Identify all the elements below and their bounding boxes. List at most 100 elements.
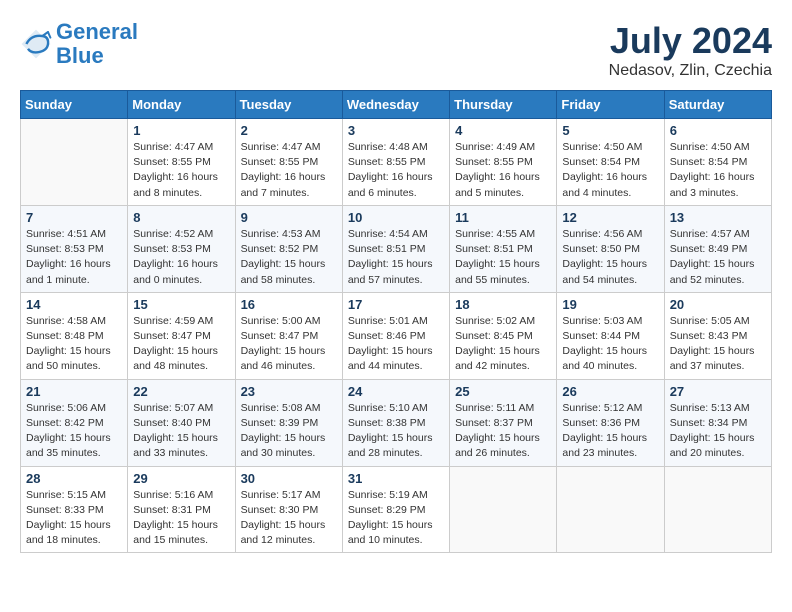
- calendar-day-cell: 29 Sunrise: 5:16 AM Sunset: 8:31 PM Dayli…: [128, 466, 235, 553]
- day-number: 29: [133, 471, 229, 486]
- day-number: 17: [348, 297, 444, 312]
- calendar-day-cell: 10 Sunrise: 4:54 AM Sunset: 8:51 PM Dayli…: [342, 205, 449, 292]
- day-number: 1: [133, 123, 229, 138]
- day-number: 2: [241, 123, 337, 138]
- calendar-day-cell: 4Sunrise: 4:49 AM Sunset: 8:55 PM Daylig…: [450, 119, 557, 206]
- day-info: Sunrise: 4:54 AM Sunset: 8:51 PM Dayligh…: [348, 227, 444, 288]
- day-info: Sunrise: 5:11 AM Sunset: 8:37 PM Dayligh…: [455, 401, 551, 462]
- weekday-header-wednesday: Wednesday: [342, 91, 449, 119]
- day-info: Sunrise: 5:15 AM Sunset: 8:33 PM Dayligh…: [26, 488, 122, 549]
- calendar-day-cell: 17 Sunrise: 5:01 AM Sunset: 8:46 PM Dayli…: [342, 292, 449, 379]
- weekday-header-sunday: Sunday: [21, 91, 128, 119]
- logo: General Blue: [20, 20, 138, 68]
- calendar-day-cell: 18Sunrise: 5:02 AM Sunset: 8:45 PM Dayli…: [450, 292, 557, 379]
- calendar-day-cell: 3 Sunrise: 4:48 AM Sunset: 8:55 PM Daylig…: [342, 119, 449, 206]
- calendar-day-cell: 9Sunrise: 4:53 AM Sunset: 8:52 PM Daylig…: [235, 205, 342, 292]
- month-title: July 2024: [609, 20, 772, 62]
- day-info: Sunrise: 5:17 AM Sunset: 8:30 PM Dayligh…: [241, 488, 337, 549]
- calendar-week-row: 28 Sunrise: 5:15 AM Sunset: 8:33 PM Dayli…: [21, 466, 772, 553]
- day-info: Sunrise: 5:01 AM Sunset: 8:46 PM Dayligh…: [348, 314, 444, 375]
- day-info: Sunrise: 5:00 AM Sunset: 8:47 PM Dayligh…: [241, 314, 337, 375]
- day-number: 24: [348, 384, 444, 399]
- day-info: Sunrise: 5:13 AM Sunset: 8:34 PM Dayligh…: [670, 401, 766, 462]
- weekday-header-tuesday: Tuesday: [235, 91, 342, 119]
- logo-text: General Blue: [56, 20, 138, 68]
- logo-icon: [20, 28, 52, 60]
- page-header: General Blue July 2024 Nedasov, Zlin, Cz…: [20, 20, 772, 80]
- day-number: 14: [26, 297, 122, 312]
- day-info: Sunrise: 4:55 AM Sunset: 8:51 PM Dayligh…: [455, 227, 551, 288]
- day-info: Sunrise: 4:47 AM Sunset: 8:55 PM Dayligh…: [133, 140, 229, 201]
- calendar-week-row: 21 Sunrise: 5:06 AM Sunset: 8:42 PM Dayli…: [21, 379, 772, 466]
- calendar-day-cell: 16 Sunrise: 5:00 AM Sunset: 8:47 PM Dayli…: [235, 292, 342, 379]
- calendar-day-cell: 20Sunrise: 5:05 AM Sunset: 8:43 PM Dayli…: [664, 292, 771, 379]
- calendar-day-cell: 24 Sunrise: 5:10 AM Sunset: 8:38 PM Dayli…: [342, 379, 449, 466]
- day-number: 23: [241, 384, 337, 399]
- weekday-header-thursday: Thursday: [450, 91, 557, 119]
- day-info: Sunrise: 5:02 AM Sunset: 8:45 PM Dayligh…: [455, 314, 551, 375]
- calendar-week-row: 7Sunrise: 4:51 AM Sunset: 8:53 PM Daylig…: [21, 205, 772, 292]
- calendar-day-cell: 31Sunrise: 5:19 AM Sunset: 8:29 PM Dayli…: [342, 466, 449, 553]
- day-number: 16: [241, 297, 337, 312]
- calendar-day-cell: 25 Sunrise: 5:11 AM Sunset: 8:37 PM Dayli…: [450, 379, 557, 466]
- calendar-table: SundayMondayTuesdayWednesdayThursdayFrid…: [20, 90, 772, 553]
- calendar-day-cell: 26 Sunrise: 5:12 AM Sunset: 8:36 PM Dayli…: [557, 379, 664, 466]
- day-info: Sunrise: 5:12 AM Sunset: 8:36 PM Dayligh…: [562, 401, 658, 462]
- calendar-day-cell: 1 Sunrise: 4:47 AM Sunset: 8:55 PM Daylig…: [128, 119, 235, 206]
- day-number: 11: [455, 210, 551, 225]
- day-number: 30: [241, 471, 337, 486]
- weekday-header-saturday: Saturday: [664, 91, 771, 119]
- location-subtitle: Nedasov, Zlin, Czechia: [609, 62, 772, 80]
- day-number: 8: [133, 210, 229, 225]
- day-number: 7: [26, 210, 122, 225]
- day-info: Sunrise: 5:03 AM Sunset: 8:44 PM Dayligh…: [562, 314, 658, 375]
- calendar-week-row: 1 Sunrise: 4:47 AM Sunset: 8:55 PM Daylig…: [21, 119, 772, 206]
- calendar-day-cell: 12Sunrise: 4:56 AM Sunset: 8:50 PM Dayli…: [557, 205, 664, 292]
- title-block: July 2024 Nedasov, Zlin, Czechia: [609, 20, 772, 80]
- day-info: Sunrise: 4:52 AM Sunset: 8:53 PM Dayligh…: [133, 227, 229, 288]
- weekday-header-row: SundayMondayTuesdayWednesdayThursdayFrid…: [21, 91, 772, 119]
- day-number: 4: [455, 123, 551, 138]
- day-number: 27: [670, 384, 766, 399]
- day-number: 3: [348, 123, 444, 138]
- day-number: 10: [348, 210, 444, 225]
- calendar-day-cell: 21 Sunrise: 5:06 AM Sunset: 8:42 PM Dayli…: [21, 379, 128, 466]
- day-number: 13: [670, 210, 766, 225]
- calendar-day-cell: 19Sunrise: 5:03 AM Sunset: 8:44 PM Dayli…: [557, 292, 664, 379]
- day-info: Sunrise: 5:16 AM Sunset: 8:31 PM Dayligh…: [133, 488, 229, 549]
- calendar-day-cell: 30 Sunrise: 5:17 AM Sunset: 8:30 PM Dayli…: [235, 466, 342, 553]
- calendar-day-cell: 2Sunrise: 4:47 AM Sunset: 8:55 PM Daylig…: [235, 119, 342, 206]
- day-info: Sunrise: 4:57 AM Sunset: 8:49 PM Dayligh…: [670, 227, 766, 288]
- day-info: Sunrise: 4:48 AM Sunset: 8:55 PM Dayligh…: [348, 140, 444, 201]
- day-info: Sunrise: 5:10 AM Sunset: 8:38 PM Dayligh…: [348, 401, 444, 462]
- day-number: 15: [133, 297, 229, 312]
- day-number: 25: [455, 384, 551, 399]
- calendar-week-row: 14Sunrise: 4:58 AM Sunset: 8:48 PM Dayli…: [21, 292, 772, 379]
- day-number: 5: [562, 123, 658, 138]
- day-info: Sunrise: 5:06 AM Sunset: 8:42 PM Dayligh…: [26, 401, 122, 462]
- calendar-day-cell: [664, 466, 771, 553]
- weekday-header-monday: Monday: [128, 91, 235, 119]
- calendar-day-cell: [557, 466, 664, 553]
- day-info: Sunrise: 4:50 AM Sunset: 8:54 PM Dayligh…: [562, 140, 658, 201]
- calendar-day-cell: 13 Sunrise: 4:57 AM Sunset: 8:49 PM Dayli…: [664, 205, 771, 292]
- calendar-day-cell: [21, 119, 128, 206]
- calendar-day-cell: 14Sunrise: 4:58 AM Sunset: 8:48 PM Dayli…: [21, 292, 128, 379]
- day-info: Sunrise: 4:50 AM Sunset: 8:54 PM Dayligh…: [670, 140, 766, 201]
- calendar-day-cell: 28 Sunrise: 5:15 AM Sunset: 8:33 PM Dayli…: [21, 466, 128, 553]
- day-number: 31: [348, 471, 444, 486]
- calendar-day-cell: 15Sunrise: 4:59 AM Sunset: 8:47 PM Dayli…: [128, 292, 235, 379]
- calendar-day-cell: 22 Sunrise: 5:07 AM Sunset: 8:40 PM Dayli…: [128, 379, 235, 466]
- calendar-day-cell: [450, 466, 557, 553]
- calendar-day-cell: 8 Sunrise: 4:52 AM Sunset: 8:53 PM Daylig…: [128, 205, 235, 292]
- day-number: 12: [562, 210, 658, 225]
- day-info: Sunrise: 5:08 AM Sunset: 8:39 PM Dayligh…: [241, 401, 337, 462]
- calendar-day-cell: 7Sunrise: 4:51 AM Sunset: 8:53 PM Daylig…: [21, 205, 128, 292]
- day-number: 26: [562, 384, 658, 399]
- day-info: Sunrise: 5:05 AM Sunset: 8:43 PM Dayligh…: [670, 314, 766, 375]
- day-number: 22: [133, 384, 229, 399]
- calendar-day-cell: 11 Sunrise: 4:55 AM Sunset: 8:51 PM Dayli…: [450, 205, 557, 292]
- day-number: 28: [26, 471, 122, 486]
- day-number: 21: [26, 384, 122, 399]
- day-info: Sunrise: 5:07 AM Sunset: 8:40 PM Dayligh…: [133, 401, 229, 462]
